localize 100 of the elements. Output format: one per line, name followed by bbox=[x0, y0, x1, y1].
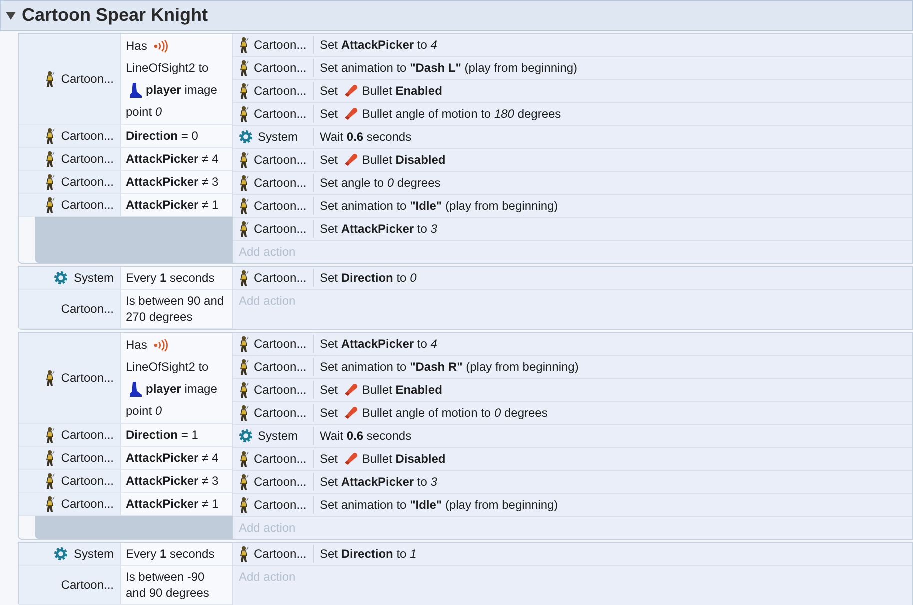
object-name: Cartoon... bbox=[254, 475, 307, 489]
knight-figure-icon bbox=[239, 382, 249, 398]
object-name: Cartoon... bbox=[61, 451, 114, 465]
object-name: Cartoon... bbox=[61, 474, 114, 488]
action-text: Set AttackPicker to 4 bbox=[320, 38, 438, 52]
condition-text: AttackPicker ≠ 3 bbox=[126, 175, 219, 189]
silhouette-icon bbox=[129, 381, 143, 398]
object-name: System bbox=[74, 271, 114, 285]
object-name: Cartoon... bbox=[61, 72, 114, 86]
action-text: Set Direction to 1 bbox=[320, 547, 417, 561]
knight-figure-icon bbox=[45, 450, 56, 466]
knight-figure-icon bbox=[239, 106, 249, 122]
condition-text: AttackPicker ≠ 3 bbox=[126, 474, 219, 488]
gear-icon bbox=[239, 429, 253, 443]
condition-text: Has bbox=[126, 39, 148, 53]
knight-figure-icon bbox=[239, 358, 249, 376]
condition-text: Every 1 seconds bbox=[126, 271, 215, 285]
condition-text: Every 1 seconds bbox=[126, 547, 215, 561]
knight-figure-icon bbox=[45, 150, 56, 168]
object-name: Cartoon... bbox=[254, 271, 307, 285]
knight-figure-icon bbox=[45, 472, 56, 490]
action-text: Bullet Disabled bbox=[362, 152, 446, 167]
object-name: Cartoon... bbox=[254, 84, 307, 98]
action-text: Set Direction to 0 bbox=[320, 271, 417, 285]
knight-figure-icon bbox=[239, 82, 249, 100]
object-name: System bbox=[258, 429, 298, 443]
object-name: Cartoon... bbox=[254, 199, 307, 213]
condition-text: point 0 bbox=[126, 404, 162, 418]
object-name: Cartoon... bbox=[254, 176, 307, 190]
condition-text: LineOfSight2 to bbox=[126, 61, 209, 75]
knight-figure-icon bbox=[239, 546, 249, 562]
object-name: Cartoon... bbox=[254, 383, 307, 397]
bullet-icon bbox=[344, 107, 360, 122]
object-name: Cartoon... bbox=[254, 406, 307, 420]
knight-figure-icon bbox=[239, 270, 249, 286]
action-text: Bullet Enabled bbox=[362, 382, 442, 397]
action-text: Set bbox=[320, 106, 338, 121]
condition-text: AttackPicker ≠ 4 bbox=[126, 152, 219, 166]
object-name: Cartoon... bbox=[254, 153, 307, 167]
object-name: Cartoon... bbox=[254, 107, 307, 121]
action-text: Bullet angle of motion to 0 degrees bbox=[362, 406, 548, 420]
action-text: Set AttackPicker to 3 bbox=[320, 475, 438, 489]
knight-figure-icon bbox=[45, 370, 56, 386]
action-text: Set bbox=[320, 84, 338, 98]
knight-figure-icon bbox=[239, 152, 249, 168]
knight-figure-icon bbox=[239, 198, 249, 214]
action-text: Set angle to 0 degrees bbox=[320, 176, 441, 190]
gear-icon bbox=[54, 547, 68, 561]
object-name: System bbox=[74, 547, 114, 561]
signal-icon bbox=[154, 40, 168, 54]
knight-figure-icon bbox=[45, 426, 56, 444]
object-name: Cartoon... bbox=[61, 129, 114, 143]
condition-text: Has bbox=[126, 338, 148, 352]
action-text: Wait 0.6 seconds bbox=[320, 429, 412, 443]
knight-figure-icon bbox=[239, 336, 249, 352]
action-text: Bullet Enabled bbox=[362, 84, 442, 98]
action-text: Set animation to "Dash R" (play from beginning) bbox=[320, 360, 579, 374]
bullet-icon bbox=[344, 406, 360, 420]
bullet-icon bbox=[344, 153, 360, 168]
knight-figure-icon bbox=[239, 474, 249, 490]
collapse-icon[interactable] bbox=[6, 12, 16, 20]
object-name: Cartoon... bbox=[254, 547, 307, 561]
object-name: Cartoon... bbox=[61, 175, 114, 189]
object-name: Cartoon... bbox=[61, 428, 114, 442]
condition-text: LineOfSight2 to bbox=[126, 360, 209, 374]
knight-figure-icon bbox=[239, 60, 249, 76]
action-text: Set animation to "Dash L" (play from beginning) bbox=[320, 61, 578, 75]
action-text: Set bbox=[320, 152, 338, 167]
condition-text: AttackPicker ≠ 4 bbox=[126, 451, 219, 465]
condition-text: Is between -90 and 90 degrees bbox=[126, 570, 210, 600]
action-text: Wait 0.6 seconds bbox=[320, 130, 412, 144]
knight-figure-icon bbox=[45, 70, 56, 88]
condition-text: Is between 90 and 270 degrees bbox=[126, 294, 224, 324]
object-name: Cartoon... bbox=[61, 198, 114, 212]
silhouette-icon bbox=[129, 82, 143, 100]
knight-figure-icon bbox=[45, 196, 56, 214]
section-title: Cartoon Spear Knight bbox=[22, 5, 208, 26]
knight-figure-icon bbox=[239, 36, 249, 54]
object-name: Cartoon... bbox=[254, 61, 307, 75]
object-name: Cartoon... bbox=[61, 497, 114, 511]
action-text: Set bbox=[320, 406, 338, 420]
object-name: Cartoon... bbox=[254, 360, 307, 374]
bullet-icon bbox=[344, 383, 360, 398]
object-name: Cartoon... bbox=[254, 38, 307, 52]
knight-figure-icon bbox=[45, 174, 56, 190]
bullet-icon bbox=[344, 452, 360, 466]
knight-figure-icon bbox=[45, 128, 56, 144]
condition-text: Direction = 1 bbox=[126, 428, 198, 442]
condition-text: player image bbox=[146, 382, 218, 396]
condition-text: point 0 bbox=[126, 105, 162, 119]
object-name: Cartoon... bbox=[254, 222, 307, 236]
action-text: Set AttackPicker to 3 bbox=[320, 222, 438, 236]
object-name: Cartoon... bbox=[61, 152, 114, 166]
knight-figure-icon bbox=[45, 496, 56, 512]
knight-figure-icon bbox=[239, 220, 249, 238]
object-name: Cartoon... bbox=[61, 302, 114, 316]
object-name: Cartoon... bbox=[61, 371, 114, 385]
action-text: Set bbox=[320, 382, 338, 397]
condition-text: player image bbox=[146, 83, 218, 97]
condition-text: AttackPicker ≠ 1 bbox=[126, 497, 219, 511]
